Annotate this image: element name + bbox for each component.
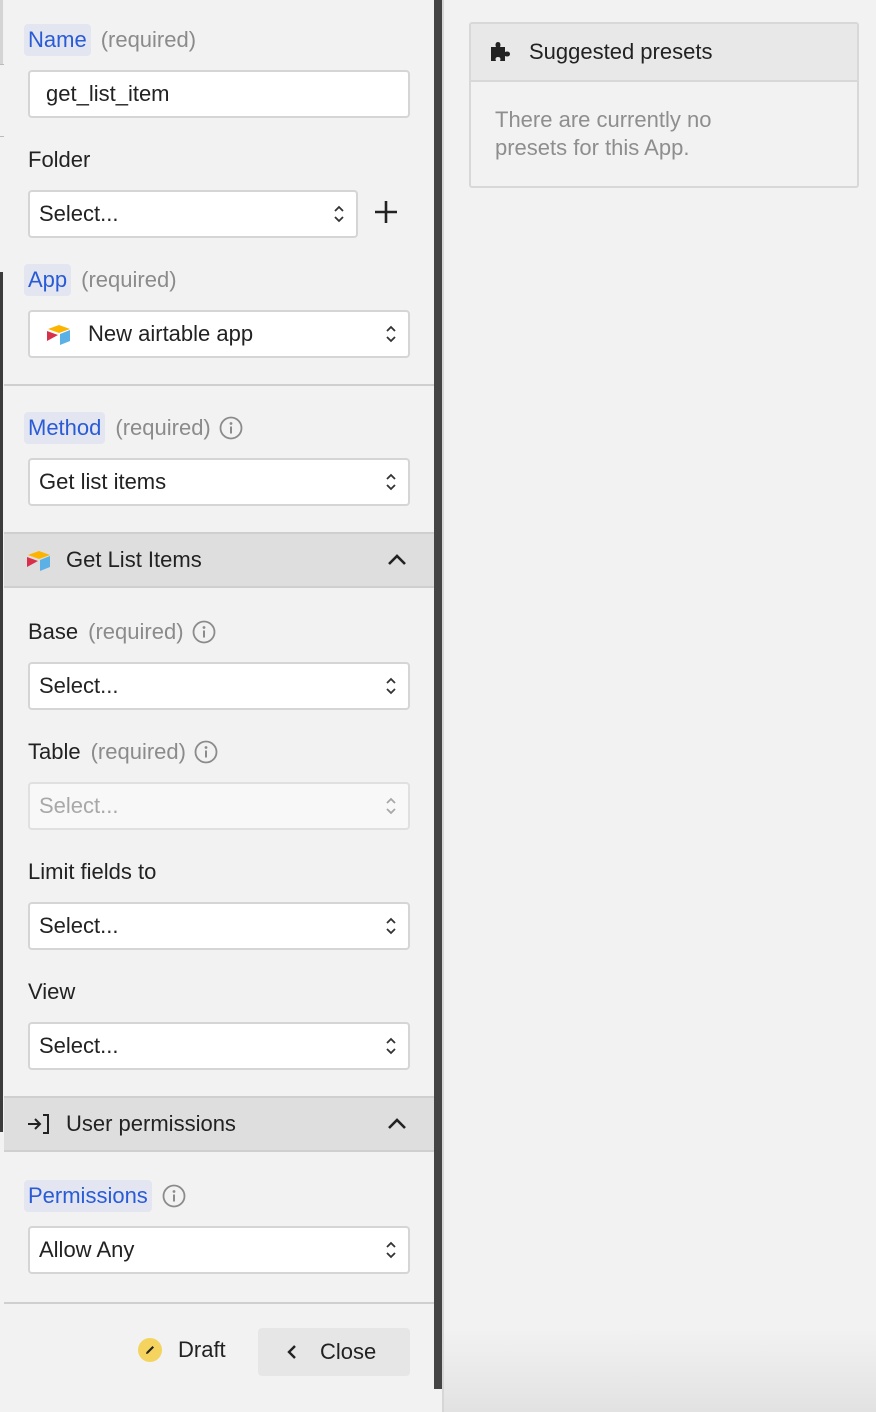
- puzzle-icon: [491, 42, 510, 61]
- method-select[interactable]: Get list items: [28, 458, 410, 506]
- table-select[interactable]: Select...: [28, 782, 410, 830]
- edge-line: [0, 0, 3, 64]
- app-select-value: New airtable app: [88, 321, 254, 346]
- presets-area: Suggested presets There are currently no…: [444, 0, 876, 1412]
- draft-label: Draft: [178, 1337, 226, 1362]
- permissions-label-row: Permissions: [24, 1180, 186, 1212]
- presets-header: Suggested presets: [471, 24, 857, 82]
- app-select[interactable]: New airtable app: [28, 310, 410, 358]
- view-select-value: Select...: [39, 1033, 119, 1058]
- name-label-row: Name (required): [24, 24, 196, 56]
- view-select[interactable]: Select...: [28, 1022, 410, 1070]
- chevron-up-icon[interactable]: [386, 553, 408, 567]
- chevron-updown-icon: [334, 205, 344, 223]
- folder-label: Folder: [28, 147, 91, 172]
- section-title: Get List Items: [66, 547, 202, 572]
- app-label-row: App (required): [24, 264, 177, 296]
- airtable-logo-icon: [27, 551, 50, 571]
- info-icon[interactable]: [219, 416, 243, 440]
- permissions-select[interactable]: Allow Any: [28, 1226, 410, 1274]
- presets-empty-message: There are currently no presets for this …: [495, 107, 712, 160]
- presets-title: Suggested presets: [529, 39, 713, 64]
- info-icon[interactable]: [194, 740, 218, 764]
- required-hint: (required): [115, 415, 211, 440]
- name-label: Name: [24, 24, 91, 56]
- pencil-icon: [138, 1338, 162, 1362]
- chevron-updown-icon: [386, 473, 396, 491]
- close-label: Close: [320, 1339, 377, 1364]
- divider: [4, 384, 434, 386]
- limit-fields-select[interactable]: Select...: [28, 902, 410, 950]
- limit-fields-select-value: Select...: [39, 913, 119, 938]
- get-list-items-section-header[interactable]: Get List Items: [4, 532, 434, 588]
- method-label-row: Method (required): [24, 412, 243, 444]
- base-label: Base: [28, 619, 79, 644]
- chevron-up-icon[interactable]: [386, 1117, 408, 1131]
- base-label-row: Base (required): [24, 616, 216, 648]
- required-hint: (required): [81, 267, 177, 292]
- info-icon[interactable]: [192, 620, 216, 644]
- required-hint: (required): [90, 739, 186, 764]
- chevron-updown-icon: [386, 1241, 396, 1259]
- section-title: User permissions: [66, 1111, 236, 1136]
- close-button[interactable]: Close: [258, 1328, 410, 1376]
- airtable-logo-icon: [47, 325, 70, 345]
- chevron-left-icon: [287, 1345, 296, 1359]
- folder-select[interactable]: Select...: [28, 190, 358, 238]
- permissions-label: Permissions: [24, 1180, 152, 1212]
- base-select[interactable]: Select...: [28, 662, 410, 710]
- folder-label-row: Folder: [24, 144, 90, 176]
- folder-select-value: Select...: [39, 201, 119, 226]
- app-label: App: [24, 264, 72, 296]
- add-folder-button[interactable]: [372, 198, 400, 226]
- divider: [4, 1302, 434, 1304]
- base-select-value: Select...: [39, 673, 119, 698]
- table-label-row: Table (required): [24, 736, 218, 768]
- limit-fields-label-row: Limit fields to: [24, 856, 156, 888]
- draft-status: Draft: [138, 1337, 226, 1363]
- view-label: View: [28, 979, 76, 1004]
- required-hint: (required): [88, 619, 184, 644]
- view-label-row: View: [24, 976, 75, 1008]
- sign-in-icon: [28, 1114, 49, 1134]
- permissions-select-value: Allow Any: [39, 1237, 135, 1262]
- user-permissions-section-header[interactable]: User permissions: [4, 1096, 434, 1152]
- limit-fields-label: Limit fields to: [28, 859, 157, 884]
- chevron-updown-icon: [386, 325, 396, 343]
- action-config-panel: Name (required) get_list_item Folder Sel…: [4, 0, 434, 1412]
- chevron-updown-icon: [386, 677, 396, 695]
- required-hint: (required): [100, 27, 197, 52]
- edge-scroll-indicator: [0, 272, 3, 1132]
- info-icon[interactable]: [162, 1184, 186, 1208]
- method-label: Method: [24, 412, 106, 444]
- name-input[interactable]: get_list_item: [28, 70, 410, 118]
- table-label: Table: [28, 739, 81, 764]
- panel-resize-handle[interactable]: [434, 0, 442, 1389]
- chevron-updown-icon: [386, 917, 396, 935]
- table-select-value: Select...: [39, 793, 119, 818]
- chevron-updown-icon: [386, 1037, 396, 1055]
- suggested-presets-card: Suggested presets There are currently no…: [469, 22, 859, 188]
- chevron-updown-icon: [386, 797, 396, 815]
- name-input-value: get_list_item: [46, 81, 170, 106]
- method-select-value: Get list items: [39, 469, 167, 494]
